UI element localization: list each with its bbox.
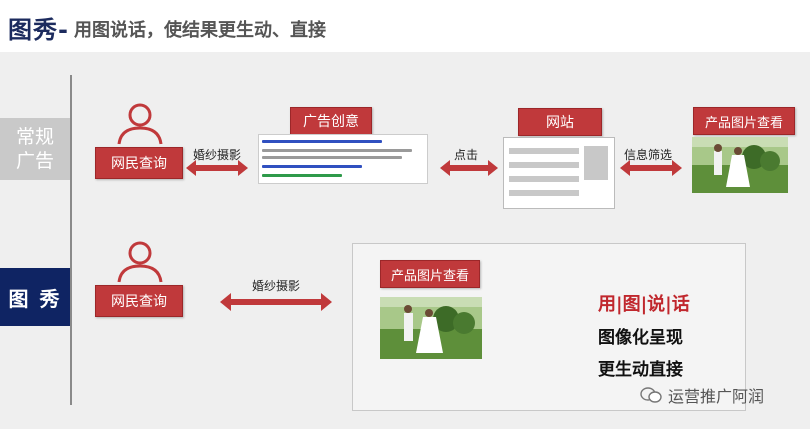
user-icon [117, 103, 163, 145]
divider-line [70, 75, 72, 405]
watermark: 运营推广阿润 [640, 383, 764, 407]
watermark-text: 运营推广阿润 [668, 387, 765, 406]
wechat-icon [640, 387, 662, 403]
user-icon [117, 241, 163, 283]
product-photo-label: 产品图片查看 [390, 268, 469, 284]
double-arrow-icon [220, 293, 332, 311]
double-arrow-icon [620, 160, 682, 176]
keyword-label: 婚纱摄影 [252, 279, 301, 293]
category-tuxiu: 图 秀 [0, 268, 70, 326]
product-photo-title: 产品图片查看 [693, 107, 795, 135]
product-photo-title: 产品图片查看 [380, 260, 480, 288]
ad-creative-label: 广告创意 [303, 114, 359, 130]
double-arrow-icon [186, 160, 248, 176]
ad-creative-title: 广告创意 [290, 107, 372, 135]
category-regular-label: 常规 广告 [15, 126, 54, 172]
wedding-photo [380, 297, 482, 359]
product-photo-label: 产品图片查看 [704, 115, 783, 131]
brand-title: 图秀- [8, 16, 69, 44]
website-label: 网站 [546, 115, 574, 131]
slogan-line-3: 更生动直接 [598, 360, 683, 380]
wedding-photo [692, 137, 788, 193]
category-tuxiu-label: 图 秀 [8, 286, 62, 311]
user-query-box: 网民查询 [95, 147, 183, 179]
user-query-label: 网民查询 [111, 294, 167, 310]
page-tagline: 用图说话，使结果更生动、直接 [74, 20, 326, 41]
user-query-box: 网民查询 [95, 285, 183, 317]
slogan-line-1: 用|图|说|话 [598, 294, 690, 315]
double-arrow-icon [440, 160, 498, 176]
website-mockup [503, 137, 615, 209]
slogan-line-2: 图像化呈现 [598, 328, 683, 348]
ad-creative-card [258, 134, 428, 184]
website-title: 网站 [518, 108, 602, 136]
category-regular-ad: 常规 广告 [0, 118, 70, 180]
user-query-label: 网民查询 [111, 156, 167, 172]
